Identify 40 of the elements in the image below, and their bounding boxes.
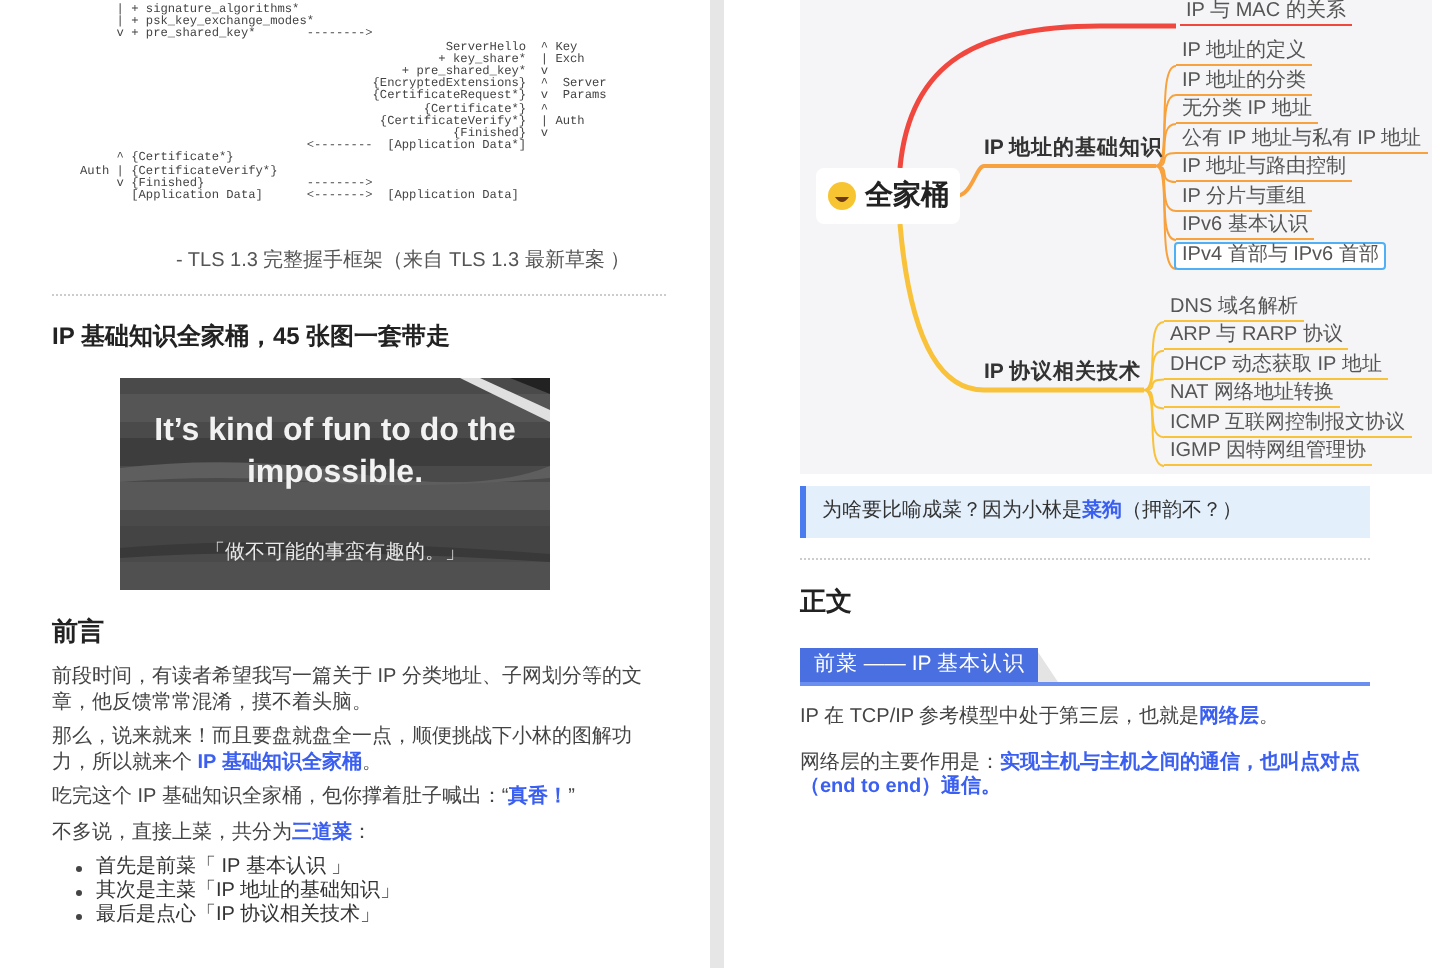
mind-map-node: IP 地址的分类 xyxy=(1176,69,1313,95)
mind-map-node: DNS 域名解析 xyxy=(1164,296,1304,322)
mind-map-node: IGMP 因特网组管理协 xyxy=(1164,440,1373,466)
list-item: 最后是点心「IP 协议相关技术」 xyxy=(96,904,381,929)
mind-map-node: IP 地址的定义 xyxy=(1176,40,1313,66)
mind-map-node: IP 分片与重组 xyxy=(1176,185,1313,211)
section-title: 正文 xyxy=(800,584,852,620)
banner-fold-icon xyxy=(1038,652,1059,682)
section-banner: 前菜 —— IP 基本认识 xyxy=(800,648,1039,682)
figure-caption: - TLS 1.3 完整握手框架（来自 TLS 1.3 最新草案 ） xyxy=(176,247,631,275)
paragraph: 网络层的主要作用是：实现主机与主机之间的通信，也叫点对点（end to end）通信。 xyxy=(800,751,1362,801)
mind-map-node: IPv4 首部与 IPv6 首部 xyxy=(1174,241,1387,269)
paragraph: 不多说，直接上菜，共分为三道菜： xyxy=(52,821,374,847)
bullet-icon xyxy=(76,865,82,872)
mind-map-node: ICMP 互联网控制报文协议 xyxy=(1164,411,1412,438)
section-title: 前言 xyxy=(52,614,104,651)
paragraph: 吃完这个 IP 基础知识全家桶，包你撑着肚子喊出：“真香！” xyxy=(52,786,577,812)
branch-line xyxy=(1100,23,1176,29)
mind-map-node: IPv6 基本认识 xyxy=(1176,214,1314,240)
mind-map-node: 无分类 IP 地址 xyxy=(1176,98,1318,124)
article-heading: IP 基础知识全家桶，45 张图一套带走 xyxy=(52,320,451,355)
quote-text: It’s kind of fun to do the impossible. xyxy=(152,412,518,495)
branch-label: IP 地址的基础知识 xyxy=(984,136,1164,160)
quote-translation: 「做不可能的事蛮有趣的。」 xyxy=(205,539,465,567)
mind-map-node: 公有 IP 地址与私有 IP 地址 xyxy=(1176,127,1428,153)
mind-map-node: NAT 网络地址转换 xyxy=(1164,382,1340,409)
branch-label: IP 协议相关技术 xyxy=(984,360,1142,384)
root-label: 全家桶 xyxy=(865,178,949,214)
paragraph: 前段时间，有读者希望我写一篇关于 IP 分类地址、子网划分等的文章，他反馈常常混淆，摸不着头脑。 xyxy=(52,666,644,717)
bullet-icon xyxy=(76,889,82,896)
bullet-icon xyxy=(76,913,82,920)
list-item: 其次是主菜「IP 地址的基础知识」 xyxy=(96,880,401,903)
paragraph: 那么，说来就来！而且要盘就盘全一点，顺便挑战下小林的图解功力，所以就来个 IP 基础知识全家桶。 xyxy=(52,726,634,777)
paragraph: IP 在 TCP/IP 参考模型中处于第三层，也就是网络层。 xyxy=(800,706,1282,731)
note-callout: 为啥要比喻成菜？因为小林是菜狗（押韵不？） xyxy=(800,486,1370,538)
list-item: 首先是前菜「 IP 基本认识 」 xyxy=(96,856,352,879)
smiley-icon xyxy=(827,182,855,210)
mind-map-node: DHCP 动态获取 IP 地址 xyxy=(1164,353,1388,380)
mind-map-node: ARP 与 RARP 协议 xyxy=(1164,324,1349,351)
mind-map-node: IP 地址与路由控制 xyxy=(1176,156,1353,182)
